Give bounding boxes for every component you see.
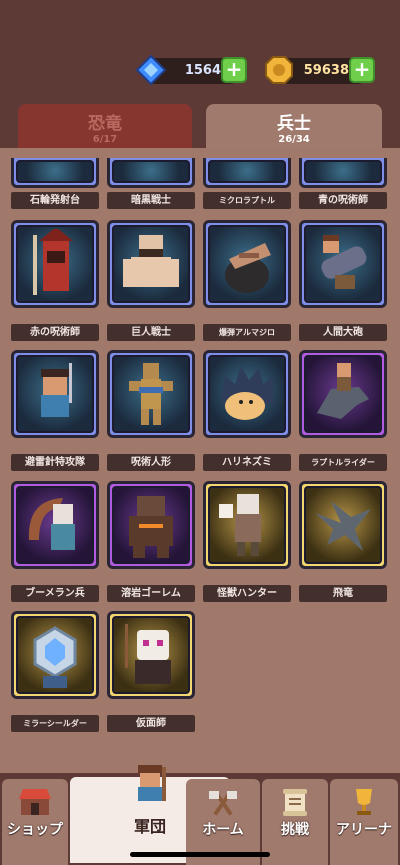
unit-name: 暗黒戦士 <box>107 192 195 209</box>
gem-count: 1564 <box>184 63 221 78</box>
nav-label: ショップ <box>7 822 63 838</box>
unit-name: 爆弾アルマジロ <box>203 324 291 341</box>
unit-card[interactable] <box>203 158 291 188</box>
tab-soldiers[interactable]: 兵士 26/34 <box>206 104 382 154</box>
shop-icon <box>19 789 51 815</box>
mirror-shielder-figure <box>33 626 77 688</box>
unit-name: ブーメラン兵 <box>11 585 99 602</box>
unit-name: 巨人戦士 <box>107 324 195 341</box>
nav-shop[interactable]: ショップ <box>2 779 68 865</box>
unit-name: 石輪発射台 <box>11 192 99 209</box>
lava-golem-figure <box>129 496 173 558</box>
nav-label: 挑戦 <box>281 822 309 838</box>
unit-card-lightning-rod-squad[interactable] <box>11 350 99 438</box>
wyvern-figure <box>315 501 371 551</box>
red-shaman-figure <box>33 229 73 295</box>
unit-name: 溶岩ゴーレム <box>107 585 195 602</box>
army-icon <box>138 765 166 801</box>
tab-title: 兵士 <box>277 114 311 134</box>
tab-count: 6/17 <box>92 134 118 145</box>
plus-icon: + <box>225 57 243 81</box>
unit-card[interactable] <box>107 158 195 188</box>
unit-name: 避雷針特攻隊 <box>11 454 99 471</box>
home-indicator <box>130 852 270 857</box>
tab-dinosaurs[interactable]: 恐竜 6/17 <box>18 104 192 154</box>
unit-card-giant-warrior[interactable] <box>107 220 195 308</box>
crossed-axes-icon <box>209 790 237 816</box>
unit-name: 仮面師 <box>107 715 195 732</box>
gem-counter: 1564 + <box>136 55 247 85</box>
monster-hunter-figure <box>219 494 261 556</box>
unit-name: 呪術人形 <box>107 454 195 471</box>
add-gems-button[interactable]: + <box>221 57 247 83</box>
hedgehog-figure <box>221 366 273 420</box>
unit-name: ミラーシールダー <box>11 715 99 732</box>
unit-card-red-shaman[interactable] <box>11 220 99 308</box>
unit-card-hedgehog[interactable] <box>203 350 291 438</box>
nav-label: ホーム <box>202 822 244 838</box>
bomb-armadillo-figure <box>225 243 271 293</box>
unit-card-voodoo-doll[interactable] <box>107 350 195 438</box>
unit-name: ミクロラプトル <box>203 192 291 209</box>
unit-card-mask-master[interactable] <box>107 611 195 699</box>
unit-card-boomerang-soldier[interactable] <box>11 481 99 569</box>
unit-card-bomb-armadillo[interactable] <box>203 220 291 308</box>
unit-card[interactable] <box>11 158 99 188</box>
unit-card-lava-golem[interactable] <box>107 481 195 569</box>
unit-grid-panel[interactable]: 石輪発射台 暗黒戦士 ミクロラプトル 青の呪術師 赤の呪術師 巨人戦士 爆弾アル… <box>0 148 400 773</box>
gold-count: 59638 <box>303 63 349 78</box>
unit-name: ハリネズミ <box>203 454 291 471</box>
unit-name: 怪獣ハンター <box>203 585 291 602</box>
unit-name: 人間大砲 <box>299 324 387 341</box>
gold-counter: 59638 + <box>265 56 375 84</box>
trophy-icon <box>356 789 372 815</box>
unit-card-mirror-shielder[interactable] <box>11 611 99 699</box>
unit-card-wyvern[interactable] <box>299 481 387 569</box>
plus-icon: + <box>353 57 371 81</box>
lightning-rod-squad-figure <box>41 363 72 417</box>
unit-card-raptor-rider[interactable] <box>299 350 387 438</box>
blue-gem-icon <box>136 55 166 85</box>
currency-bar: 1564 + 59638 + <box>0 54 400 88</box>
human-cannon-figure <box>321 235 367 289</box>
unit-name: 赤の呪術師 <box>11 324 99 341</box>
boomerang-soldier-figure <box>28 498 75 550</box>
gold-coin-icon <box>265 56 293 84</box>
unit-name: 青の呪術師 <box>299 192 387 209</box>
nav-arena[interactable]: アリーナ <box>330 779 398 865</box>
unit-name: 飛竜 <box>299 585 387 602</box>
tab-title: 恐竜 <box>88 114 122 134</box>
mask-master-figure <box>125 624 171 684</box>
unit-card-monster-hunter[interactable] <box>203 481 291 569</box>
voodoo-doll-figure <box>129 363 173 425</box>
add-gold-button[interactable]: + <box>349 57 375 83</box>
scroll-icon <box>283 789 307 816</box>
nav-challenge[interactable]: 挑戦 <box>262 779 328 865</box>
tab-count: 26/34 <box>278 134 310 145</box>
unit-card[interactable] <box>299 158 387 188</box>
nav-label: アリーナ <box>336 822 392 838</box>
raptor-rider-figure <box>317 363 369 419</box>
giant-warrior-figure <box>123 235 179 287</box>
unit-card-human-cannon[interactable] <box>299 220 387 308</box>
unit-name: ラプトルライダー <box>299 454 387 471</box>
